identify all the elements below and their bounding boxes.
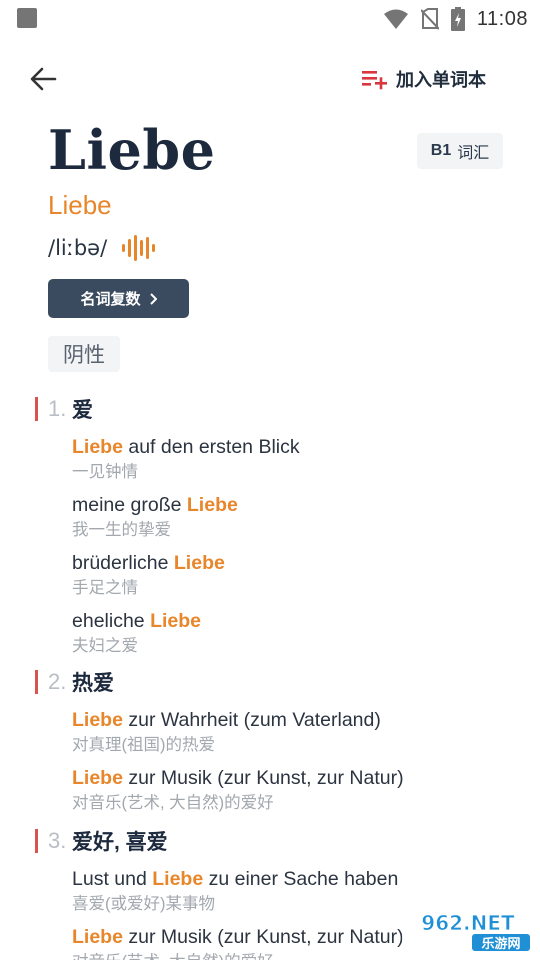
highlighted-word: Liebe xyxy=(72,926,123,948)
battery-charging-icon xyxy=(450,7,465,31)
highlighted-word: Liebe xyxy=(186,494,238,516)
example-translation: 一见钟情 xyxy=(72,463,138,481)
back-button[interactable] xyxy=(26,62,60,96)
example-german: Liebe auf den ersten Blick xyxy=(72,436,300,458)
level-badge: B1 词汇 xyxy=(417,133,503,169)
sense-number: 1. xyxy=(48,396,67,421)
sense-item: 1. 爱 Liebe auf den ersten Blick 一见钟情 mei… xyxy=(35,393,525,657)
level-code: B1 xyxy=(430,142,452,159)
playlist-add-icon xyxy=(362,71,387,90)
headword: Liebe xyxy=(48,118,216,182)
noun-plural-label: 名词复数 xyxy=(80,291,141,308)
noun-plural-button[interactable]: 名词复数 xyxy=(48,279,189,318)
example-german: brüderliche Liebe xyxy=(72,552,225,574)
highlighted-word: Liebe xyxy=(72,709,123,731)
status-icons: 11:08 xyxy=(383,5,528,33)
level-label: 词汇 xyxy=(457,145,490,162)
example-german: Liebe zur Wahrheit (zum Vaterland) xyxy=(72,709,381,731)
svg-text:962.NET: 962.NET xyxy=(421,911,515,935)
example-item: meine große Liebe 我一生的挚爱 xyxy=(72,493,525,541)
highlighted-word: Liebe xyxy=(173,552,225,574)
highlighted-word: Liebe xyxy=(72,436,123,458)
svg-text:乐游网: 乐游网 xyxy=(481,936,520,952)
audio-wave-icon xyxy=(122,235,156,261)
add-to-wordbook-button[interactable]: 加入单词本 xyxy=(362,63,486,95)
gender-tag: 阴性 xyxy=(48,336,120,372)
wifi-icon xyxy=(383,9,408,29)
example-translation: 我一生的挚爱 xyxy=(72,521,171,539)
example-german: Liebe zur Musik (zur Kunst, zur Natur) xyxy=(72,767,404,789)
status-bar: 11:08 xyxy=(0,0,540,38)
highlighted-word: Liebe xyxy=(152,868,204,890)
sense-marker xyxy=(35,670,38,694)
play-audio-button[interactable] xyxy=(121,235,156,261)
status-time: 11:08 xyxy=(476,7,528,30)
pronunciation-row: /liːbə/ xyxy=(48,233,156,263)
sense-marker xyxy=(35,829,38,853)
arrow-left-icon xyxy=(30,67,57,91)
highlighted-word: Liebe xyxy=(72,767,123,789)
example-translation: 对真理(祖国)的热爱 xyxy=(72,736,215,754)
example-translation: 手足之情 xyxy=(72,579,138,597)
sense-number: 2. xyxy=(48,669,67,694)
example-translation: 对音乐(艺术, 大自然)的爱好 xyxy=(72,794,274,812)
word-form: Liebe xyxy=(48,190,112,220)
notification-icon xyxy=(17,8,37,28)
example-german: Lust und Liebe zu einer Sache haben xyxy=(72,868,399,890)
sense-marker xyxy=(35,397,38,421)
example-translation: 夫妇之爱 xyxy=(72,637,138,655)
watermark-logo: 962.NET 乐游网 xyxy=(402,908,534,954)
sense-definition: 热爱 xyxy=(72,672,114,695)
sense-definition: 爱好, 喜爱 xyxy=(72,831,168,854)
sense-item: 2. 热爱 Liebe zur Wahrheit (zum Vaterland)… xyxy=(35,666,525,814)
sense-number: 3. xyxy=(48,828,67,853)
no-sim-icon xyxy=(420,8,439,30)
example-item: Liebe zur Wahrheit (zum Vaterland) 对真理(祖… xyxy=(72,708,525,756)
example-german: eheliche Liebe xyxy=(72,610,201,632)
example-item: Liebe auf den ersten Blick 一见钟情 xyxy=(72,435,525,483)
highlighted-word: Liebe xyxy=(150,610,201,632)
sense-definition: 爱 xyxy=(72,399,93,422)
chevron-right-icon xyxy=(149,292,157,305)
example-item: Liebe zur Musik (zur Kunst, zur Natur) 对… xyxy=(72,766,525,814)
example-item: brüderliche Liebe 手足之情 xyxy=(72,551,525,599)
add-to-wordbook-label: 加入单词本 xyxy=(396,70,486,90)
example-item: eheliche Liebe 夫妇之爱 xyxy=(72,609,525,657)
example-german: meine große Liebe xyxy=(72,494,238,516)
ipa-text: /liːbə/ xyxy=(48,236,108,260)
